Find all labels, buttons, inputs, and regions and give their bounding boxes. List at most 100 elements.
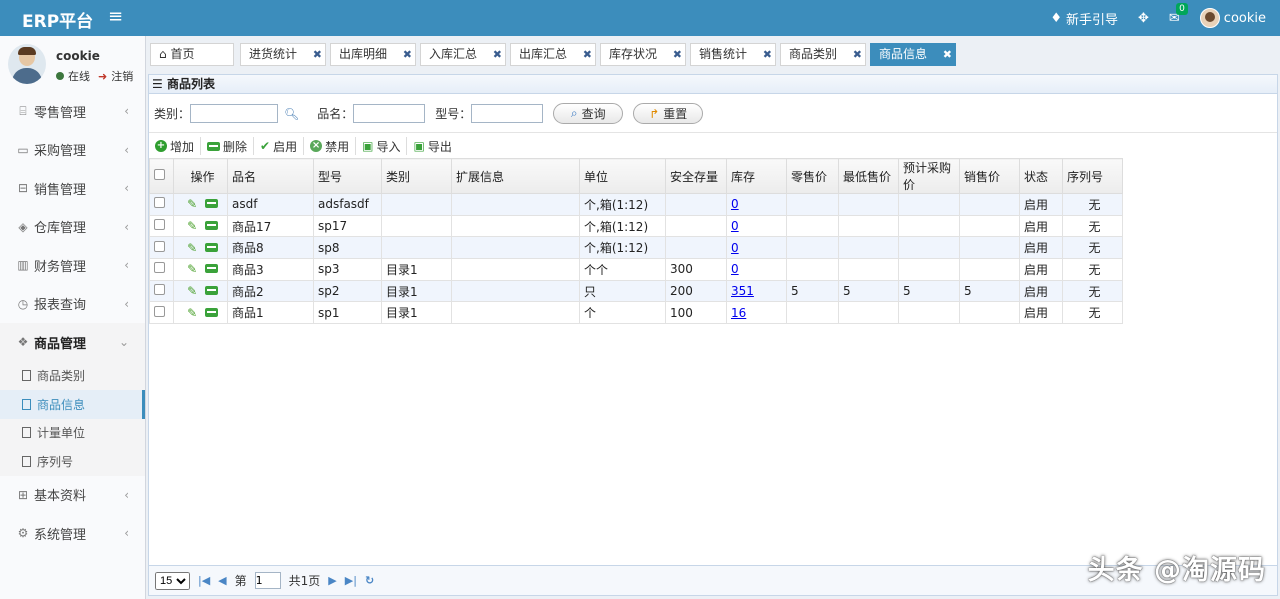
- page-size-select[interactable]: 15: [155, 571, 190, 590]
- column-header[interactable]: 最低售价: [838, 158, 899, 194]
- column-header[interactable]: 零售价: [786, 158, 839, 194]
- query-button[interactable]: ⌕ 查询: [553, 103, 624, 124]
- delete-row-icon[interactable]: [204, 199, 218, 209]
- tab-outbound-detail[interactable]: 出库明细 ✖: [330, 43, 416, 66]
- column-header[interactable]: 安全存量: [665, 158, 727, 194]
- column-header[interactable]: 型号: [313, 158, 382, 194]
- row-checkbox[interactable]: [154, 240, 165, 252]
- reset-button[interactable]: ↱ 重置: [633, 103, 704, 124]
- close-icon[interactable]: ✖: [853, 44, 862, 65]
- edit-pencil-icon[interactable]: ✎: [187, 263, 197, 275]
- last-page-icon[interactable]: ▶|: [345, 574, 357, 587]
- row-checkbox[interactable]: [154, 305, 165, 317]
- table-row[interactable]: ✎ 商品8 sp8 个,箱(1:12) 0 启用 无: [149, 236, 1123, 260]
- logout-link[interactable]: 注销: [111, 68, 133, 84]
- sidebar-toggle-icon[interactable]: ≡: [108, 6, 123, 27]
- edit-pencil-icon[interactable]: ✎: [187, 220, 197, 232]
- model-input[interactable]: [471, 104, 544, 123]
- close-icon[interactable]: ✖: [673, 44, 682, 65]
- sidebar-subitem-serial[interactable]: 序列号: [0, 447, 145, 476]
- close-icon[interactable]: ✖: [763, 44, 772, 65]
- brand-logo[interactable]: ERP平台: [22, 7, 93, 32]
- row-checkbox[interactable]: [154, 219, 165, 231]
- first-page-icon[interactable]: |◀: [198, 574, 210, 587]
- next-page-icon[interactable]: ▶: [328, 574, 336, 587]
- column-header[interactable]: 扩展信息: [451, 158, 580, 194]
- table-row[interactable]: ✎ 商品1 sp1 目录1 个 100 16 启用 无: [149, 301, 1123, 325]
- close-icon[interactable]: ✖: [313, 44, 322, 65]
- row-checkbox[interactable]: [154, 284, 165, 296]
- refresh-icon[interactable]: ↻: [365, 574, 374, 587]
- column-header[interactable]: 库存: [726, 158, 787, 194]
- tab-inbound-summary[interactable]: 入库汇总 ✖: [420, 43, 506, 66]
- stock-link[interactable]: 0: [731, 197, 739, 211]
- select-all-checkbox[interactable]: [149, 158, 174, 194]
- import-button[interactable]: ▣ 导入: [362, 137, 408, 155]
- close-icon[interactable]: ✖: [583, 44, 592, 65]
- delete-row-icon[interactable]: [204, 307, 218, 317]
- sidebar-subitem-product-info[interactable]: 商品信息: [0, 390, 145, 419]
- stock-link[interactable]: 0: [731, 219, 739, 233]
- table-row[interactable]: ✎ 商品17 sp17 个,箱(1:12) 0 启用 无: [149, 214, 1123, 238]
- user-menu[interactable]: cookie: [1199, 8, 1266, 28]
- column-header[interactable]: 单位: [579, 158, 666, 194]
- stock-link[interactable]: 0: [731, 262, 739, 276]
- delete-row-icon[interactable]: [204, 264, 218, 274]
- search-icon[interactable]: 🔍︎: [284, 107, 299, 121]
- name-input[interactable]: [353, 104, 426, 123]
- table-row[interactable]: ✎ 商品3 sp3 目录1 个个 300 0 启用 无: [149, 258, 1123, 281]
- mail-button[interactable]: ✉ 0: [1169, 2, 1188, 26]
- column-header[interactable]: 类别: [381, 158, 452, 194]
- close-icon[interactable]: ✖: [493, 44, 502, 65]
- sidebar-item-reports[interactable]: ◷ 报表查询 ‹: [0, 285, 145, 324]
- disable-button[interactable]: × 禁用: [310, 137, 357, 155]
- tab-stock-status[interactable]: 库存状况 ✖: [600, 43, 686, 66]
- tab-purchase-stats[interactable]: 进货统计 ✖: [240, 43, 326, 66]
- column-header[interactable]: 销售价: [959, 158, 1020, 194]
- stock-link[interactable]: 351: [731, 284, 754, 298]
- delete-row-icon[interactable]: [204, 221, 218, 231]
- enable-button[interactable]: ✔ 启用: [260, 137, 305, 155]
- edit-pencil-icon[interactable]: ✎: [187, 307, 197, 319]
- guide-link[interactable]: ♦ 新手引导: [1050, 9, 1118, 28]
- row-checkbox[interactable]: [154, 197, 165, 209]
- table-row[interactable]: ✎ asdf adsfasdf 个,箱(1:12) 0 启用 无: [149, 193, 1123, 216]
- page-number-input[interactable]: [254, 572, 281, 589]
- tab-home[interactable]: ⌂ 首页: [150, 43, 234, 66]
- tab-product-info[interactable]: 商品信息 ✖: [870, 43, 956, 66]
- sidebar-item-basic-data[interactable]: ⊞ 基本资料 ‹: [0, 476, 145, 515]
- edit-pencil-icon[interactable]: ✎: [187, 198, 197, 210]
- sidebar-item-products[interactable]: ❖ 商品管理 ⌄: [0, 323, 145, 362]
- sidebar-item-system[interactable]: ⚙ 系统管理 ‹: [0, 514, 145, 553]
- category-input[interactable]: [190, 104, 279, 123]
- tab-product-category[interactable]: 商品类别 ✖: [780, 43, 866, 66]
- close-icon[interactable]: ✖: [403, 44, 412, 65]
- prev-page-icon[interactable]: ◀: [218, 574, 226, 587]
- export-button[interactable]: ▣ 导出: [413, 137, 457, 155]
- delete-row-icon[interactable]: [204, 286, 218, 296]
- column-header[interactable]: 状态: [1019, 158, 1063, 194]
- stock-link[interactable]: 0: [731, 241, 739, 255]
- column-header[interactable]: 预计采购价: [898, 158, 960, 194]
- fullscreen-icon[interactable]: ✥: [1138, 11, 1149, 26]
- sidebar-item-purchase[interactable]: ▭ 采购管理 ‹: [0, 131, 145, 170]
- close-icon[interactable]: ✖: [943, 44, 952, 65]
- tab-sales-stats[interactable]: 销售统计 ✖: [690, 43, 776, 66]
- sidebar-item-retail[interactable]: ⌸ 零售管理 ‹: [0, 92, 145, 131]
- stock-link[interactable]: 16: [731, 306, 746, 320]
- edit-pencil-icon[interactable]: ✎: [187, 242, 197, 254]
- column-header[interactable]: 序列号: [1062, 158, 1123, 194]
- table-row[interactable]: ✎ 商品2 sp2 目录1 只 200 351 5 5 5 5 启用 无: [149, 279, 1123, 303]
- row-checkbox[interactable]: [154, 262, 165, 274]
- delete-button[interactable]: 删除: [207, 137, 255, 155]
- delete-row-icon[interactable]: [204, 242, 218, 252]
- sidebar-item-finance[interactable]: ▥ 财务管理 ‹: [0, 246, 145, 285]
- sidebar-item-sales[interactable]: ⊟ 销售管理 ‹: [0, 169, 145, 208]
- sidebar-item-warehouse[interactable]: ◈ 仓库管理 ‹: [0, 208, 145, 247]
- sidebar-subitem-unit[interactable]: 计量单位: [0, 418, 145, 447]
- column-header[interactable]: 品名: [227, 158, 314, 194]
- sidebar-subitem-product-category[interactable]: 商品类别: [0, 361, 145, 390]
- edit-pencil-icon[interactable]: ✎: [187, 285, 197, 297]
- tab-outbound-summary[interactable]: 出库汇总 ✖: [510, 43, 596, 66]
- add-button[interactable]: + 增加: [155, 137, 202, 155]
